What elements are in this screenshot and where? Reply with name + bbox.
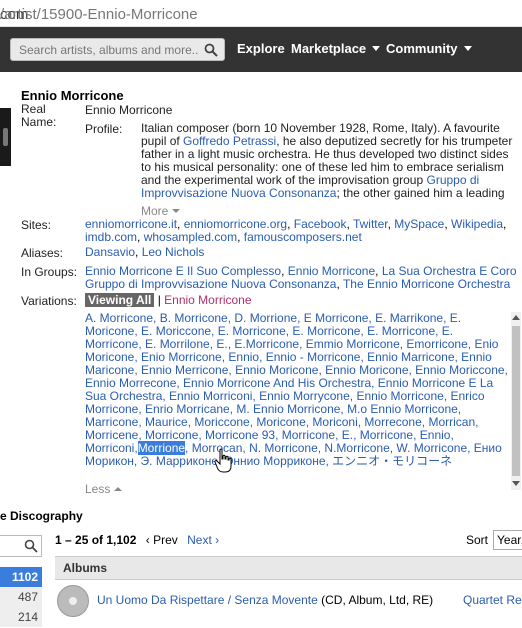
group-link[interactable]: La Sua Orchestra E Coro bbox=[382, 265, 517, 278]
site-link[interactable]: MySpace bbox=[394, 218, 444, 231]
release-artist-link[interactable]: Quartet Re bbox=[463, 593, 522, 607]
search-input[interactable] bbox=[17, 42, 201, 58]
scroll-down-icon[interactable] bbox=[512, 481, 520, 486]
variation-filter-link[interactable]: Ennio Morricone bbox=[164, 293, 251, 307]
viewing-all-tab[interactable]: Viewing All bbox=[85, 293, 155, 307]
search-icon[interactable] bbox=[24, 539, 38, 553]
less-toggle[interactable]: Less bbox=[85, 482, 123, 496]
group-link[interactable]: Ennio Morricone bbox=[288, 265, 375, 278]
chevron-up-icon bbox=[114, 487, 123, 491]
albums-section-header: Albums bbox=[55, 556, 522, 580]
scrollbar-thumb[interactable] bbox=[512, 326, 520, 476]
groups-list-line1: Ennio Morricone E Il Suo Complesso, Enni… bbox=[85, 265, 517, 278]
address-bar[interactable]: com/artist/15900-Ennio-Morricone bbox=[0, 0, 522, 27]
variation-links[interactable]: A. Morricone, B. Morricone, D. Morrione,… bbox=[85, 312, 508, 455]
search-box[interactable] bbox=[10, 38, 225, 61]
aliases-label: Aliases: bbox=[21, 246, 64, 260]
group-link[interactable]: The Ennio Morricone Orchestra bbox=[343, 278, 510, 291]
variations-scrollbar[interactable] bbox=[511, 312, 521, 490]
alias-link[interactable]: Leo Nichols bbox=[142, 246, 205, 259]
chevron-down-icon bbox=[172, 209, 181, 213]
site-link[interactable]: whosampled.com bbox=[144, 230, 237, 244]
artist-image[interactable] bbox=[0, 108, 11, 166]
variations-tabs: Viewing All | Ennio Morricone bbox=[85, 293, 522, 307]
scroll-up-icon[interactable] bbox=[512, 315, 520, 320]
release-title: Un Uomo Da Rispettare / Senza Movente (C… bbox=[97, 593, 434, 607]
site-link[interactable]: Wikipedia bbox=[451, 218, 503, 231]
aliases-list: Dansavio, Leo Nichols bbox=[85, 246, 205, 259]
discography-filter[interactable] bbox=[0, 535, 42, 557]
variations-list: A. Morricone, B. Morricone, D. Morrione,… bbox=[85, 312, 509, 480]
site-link[interactable]: famouscomposers.net bbox=[244, 230, 362, 244]
prev-button[interactable]: ‹ Prev bbox=[146, 533, 178, 547]
real-name-value: Ennio Morricone bbox=[85, 103, 173, 117]
sites-list: enniomorricone.it, enniomorricone.org, F… bbox=[85, 218, 507, 244]
groups-label: In Groups: bbox=[21, 265, 78, 279]
chevron-down-icon bbox=[463, 46, 472, 51]
pagination: 1 – 25 of 1,102 ‹ Prev Next › bbox=[55, 533, 219, 547]
more-toggle[interactable]: More bbox=[141, 204, 181, 218]
chevron-down-icon bbox=[372, 46, 381, 51]
result-range: 1 – 25 of 1,102 bbox=[55, 533, 137, 547]
variations-label: Variations: bbox=[21, 294, 77, 308]
count-albums[interactable]: 487 bbox=[0, 587, 42, 607]
count-all[interactable]: 1102 bbox=[0, 567, 42, 587]
top-nav: Explore Marketplace Community bbox=[0, 27, 522, 72]
group-link[interactable]: Ennio Morricone E Il Suo Complesso bbox=[85, 265, 281, 278]
sort-select[interactable]: Year, bbox=[493, 530, 522, 550]
site-link[interactable]: imdb.com bbox=[85, 230, 137, 244]
nav-explore[interactable]: Explore bbox=[237, 41, 285, 56]
nav-community[interactable]: Community bbox=[386, 41, 472, 56]
next-button[interactable]: Next › bbox=[187, 533, 219, 547]
count-singles[interactable]: 214 bbox=[0, 607, 42, 627]
sites-label: Sites: bbox=[21, 218, 52, 232]
alias-link[interactable]: Dansavio bbox=[85, 246, 135, 259]
nav-marketplace[interactable]: Marketplace bbox=[291, 41, 381, 56]
cd-icon bbox=[57, 585, 89, 617]
release-row[interactable]: Un Uomo Da Rispettare / Senza Movente (C… bbox=[55, 581, 522, 621]
artist-name: Ennio Morricone bbox=[21, 88, 124, 103]
real-name-label: Real Name: bbox=[21, 102, 57, 129]
group-link[interactable]: Gruppo di Improvvisazione Nuova Consonan… bbox=[85, 278, 336, 291]
groups-list-line2: Gruppo di Improvvisazione Nuova Consonan… bbox=[85, 278, 511, 291]
profile-text: Italian composer (born 10 November 1928,… bbox=[141, 122, 513, 200]
sort-label: Sort bbox=[466, 533, 489, 547]
discography-title: e Discography bbox=[0, 509, 83, 523]
selected-variation[interactable]: Morrione bbox=[137, 441, 186, 455]
search-icon[interactable] bbox=[204, 43, 218, 57]
release-link[interactable]: Un Uomo Da Rispettare / Senza Movente bbox=[97, 593, 318, 607]
hand-cursor-icon bbox=[214, 448, 232, 473]
profile-link-petrassi[interactable]: Goffredo Petrassi bbox=[183, 134, 276, 148]
profile-label: Profile: bbox=[85, 122, 123, 136]
